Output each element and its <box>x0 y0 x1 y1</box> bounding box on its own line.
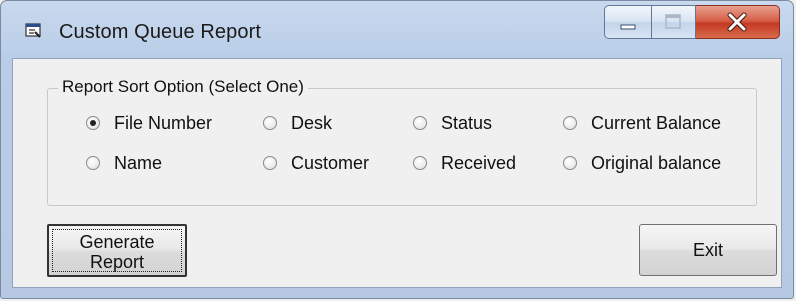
radio-button-checked[interactable] <box>86 116 100 130</box>
radio-name[interactable]: Name <box>86 152 162 174</box>
radio-label: Customer <box>291 152 370 173</box>
radio-button[interactable] <box>263 116 277 130</box>
radio-label: Name <box>114 152 163 173</box>
exit-button[interactable]: Exit <box>639 224 777 276</box>
generate-report-button[interactable]: Generate Report <box>47 224 187 277</box>
group-legend: Report Sort Option (Select One) <box>58 77 308 97</box>
radio-label: Original balance <box>591 152 722 173</box>
radio-received[interactable]: Received <box>413 152 516 174</box>
radio-label: Status <box>441 112 493 133</box>
minimize-button[interactable] <box>604 5 652 39</box>
report-sort-option-group: Report Sort Option (Select One) File Num… <box>47 77 757 206</box>
radio-label: Current Balance <box>591 112 722 133</box>
title-bar[interactable]: Custom Queue Report <box>1 1 793 58</box>
radio-label: File Number <box>114 112 213 133</box>
close-icon <box>727 12 747 32</box>
radio-file-number[interactable]: File Number <box>86 112 212 134</box>
maximize-button[interactable] <box>652 5 696 39</box>
radio-button[interactable] <box>86 156 100 170</box>
radio-button[interactable] <box>263 156 277 170</box>
caption-buttons <box>604 5 780 39</box>
dialog-client-area: Report Sort Option (Select One) File Num… <box>12 58 782 288</box>
radio-button[interactable] <box>563 116 577 130</box>
custom-queue-report-window: Custom Queue Report Report Sort Option (… <box>0 0 794 299</box>
report-window-icon <box>25 23 41 38</box>
minimize-icon <box>620 24 636 30</box>
radio-button[interactable] <box>413 116 427 130</box>
radio-button[interactable] <box>413 156 427 170</box>
radio-desk[interactable]: Desk <box>263 112 332 134</box>
generate-report-label: Generate Report <box>79 232 155 272</box>
radio-label: Desk <box>291 112 333 133</box>
window-title: Custom Queue Report <box>59 21 261 43</box>
radio-customer[interactable]: Customer <box>263 152 369 174</box>
radio-label: Received <box>441 152 517 173</box>
radio-status[interactable]: Status <box>413 112 492 134</box>
maximize-icon <box>665 14 681 29</box>
radio-current-balance[interactable]: Current Balance <box>563 112 721 134</box>
radio-original-balance[interactable]: Original balance <box>563 152 721 174</box>
close-button[interactable] <box>696 5 780 39</box>
radio-button[interactable] <box>563 156 577 170</box>
